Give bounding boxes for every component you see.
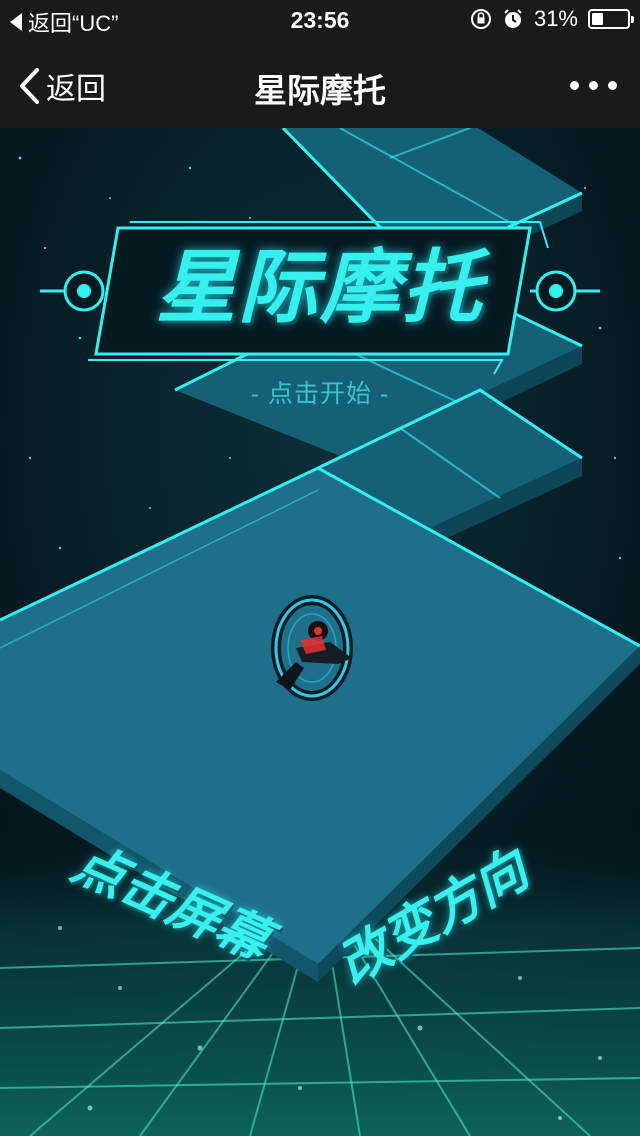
return-to-app[interactable]: 返回“UC”: [10, 6, 118, 38]
orientation-lock-icon: [470, 9, 491, 29]
alarm-icon: [504, 9, 522, 28]
return-to-app-label: 返回“UC”: [28, 11, 119, 36]
battery-icon: [588, 9, 634, 29]
nav-bar: 返回 星际摩托: [0, 40, 640, 128]
more-dots-icon[interactable]: [570, 70, 618, 100]
back-button[interactable]: 返回: [18, 64, 106, 108]
game-canvas[interactable]: 星际摩托 - 点击开始 - 点击屏幕 改变方向: [0, 128, 640, 1136]
chevron-left-icon: [20, 68, 39, 104]
game-logo-text: 星际摩托: [156, 243, 484, 332]
back-button-label: 返回: [46, 73, 106, 106]
status-bar: 返回“UC” 23:56 31%: [0, 0, 640, 40]
tap-to-start-label[interactable]: - 点击开始 -: [170, 374, 470, 410]
status-right: 31%: [470, 6, 634, 32]
battery-fill: [592, 13, 603, 25]
back-triangle-icon: [10, 13, 22, 31]
app-screen: 返回“UC” 23:56 31% 返回 星际摩托 星际摩托 - 点击开始 - 点…: [0, 0, 640, 1136]
battery-percent: 31%: [533, 6, 578, 31]
